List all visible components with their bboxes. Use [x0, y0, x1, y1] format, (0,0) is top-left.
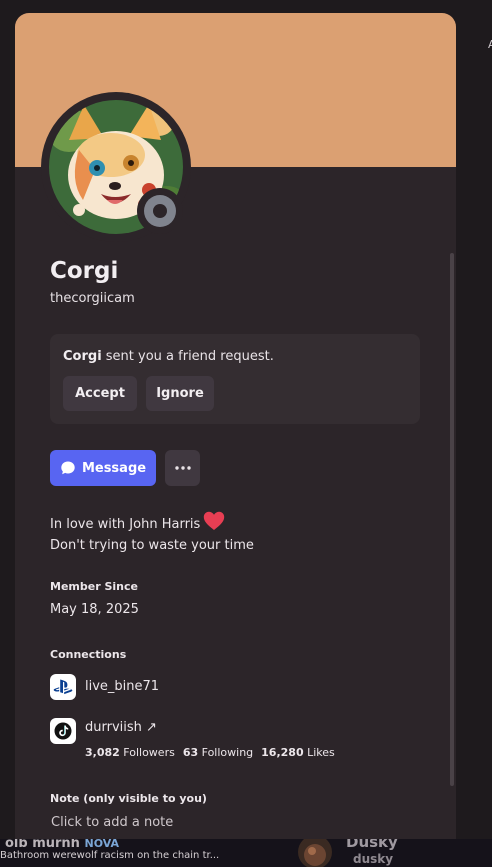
profile-card: Corgi thecorgiicam Corgi sent you a frie… — [15, 13, 456, 839]
bio: In love with John Harris Don't trying to… — [50, 511, 254, 556]
playstation-account-name: live_bine71 — [85, 679, 160, 694]
note-title: Note (only visible to you) — [50, 792, 207, 805]
bio-line-1: In love with John Harris — [50, 511, 254, 535]
bio-line-2: Don't trying to waste your time — [50, 538, 254, 553]
display-name: Corgi — [50, 258, 119, 284]
member-since-title: Member Since — [50, 580, 138, 593]
username[interactable]: thecorgiicam — [50, 291, 135, 306]
background-left-tag: NOVA — [84, 839, 120, 850]
scrollbar[interactable] — [450, 253, 454, 786]
background-avatar — [298, 839, 332, 867]
request-message: sent you a friend request. — [101, 349, 274, 364]
friend-request-panel: Corgi sent you a friend request. Accept … — [50, 334, 420, 424]
tiktok-likes-label: Likes — [303, 746, 335, 759]
note-input[interactable]: Click to add a note — [51, 815, 173, 830]
more-options-button[interactable] — [165, 450, 200, 486]
red-heart-icon — [204, 511, 225, 530]
playstation-icon — [50, 674, 76, 700]
background-bottom-bar: olb murnh NOVA Bathroom werewolf racism … — [0, 839, 492, 867]
request-sender: Corgi — [63, 349, 102, 364]
tiktok-account-link[interactable]: durrviish ↗ — [85, 720, 157, 735]
background-right-name: Dusky — [346, 839, 398, 851]
tiktok-followers-count: 3,082 — [85, 746, 120, 759]
offline-status-icon — [144, 195, 176, 227]
accept-button[interactable]: Accept — [63, 376, 137, 411]
message-button-label: Message — [81, 460, 147, 476]
message-button[interactable]: Message — [50, 450, 156, 486]
tiktok-following-label: Following — [198, 746, 254, 759]
friend-request-text: Corgi sent you a friend request. — [63, 349, 274, 364]
avatar-frame — [41, 92, 191, 242]
tiktok-stats: 3,082 Followers 63 Following 16,280 Likes — [85, 746, 335, 759]
chat-bubble-icon — [61, 461, 75, 475]
tiktok-following-count: 63 — [182, 746, 199, 759]
background-left-description: Bathroom werewolf racism on the chain tr… — [0, 850, 220, 861]
tiktok-likes-count: 16,280 — [261, 746, 304, 759]
tiktok-icon — [50, 718, 76, 744]
status-indicator — [137, 188, 183, 234]
background-panel — [455, 0, 492, 867]
connections-title: Connections — [50, 648, 127, 661]
ellipsis-icon — [174, 466, 191, 470]
member-since-date: May 18, 2025 — [50, 602, 139, 617]
background-edge-text: A — [488, 38, 492, 51]
background-right-subtitle: dusky — [353, 852, 394, 866]
background-avatar-icon — [298, 839, 332, 867]
tiktok-followers-label: Followers — [119, 746, 175, 759]
ignore-button[interactable]: Ignore — [146, 376, 214, 411]
